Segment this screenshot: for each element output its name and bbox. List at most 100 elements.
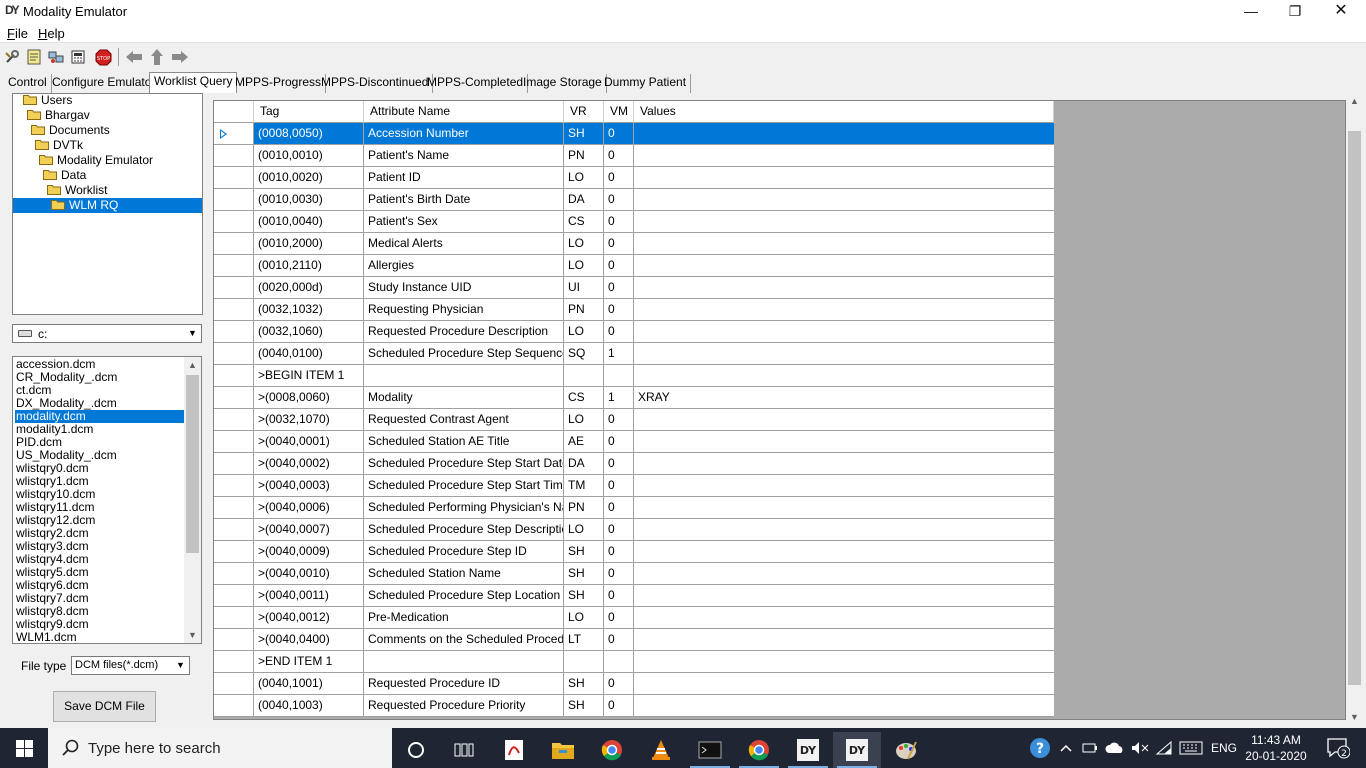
task-view-icon[interactable] [440,732,488,768]
keyboard-icon[interactable] [1178,728,1204,768]
cloud-icon[interactable] [1104,728,1126,768]
dvtk-icon[interactable]: DY [784,732,832,768]
cell-value[interactable] [634,321,1054,343]
settings-icon[interactable] [2,47,22,67]
tree-item-modality-emulator[interactable]: Modality Emulator [39,153,156,168]
cell-value[interactable] [634,211,1054,233]
vlc-icon[interactable] [637,732,685,768]
table-row[interactable]: (0020,000d) Study Instance UID UI 0 [214,277,1054,299]
menu-help[interactable]: Help [38,26,65,41]
paint-icon[interactable] [882,732,930,768]
column-header-values[interactable]: Values [634,101,1054,123]
clock[interactable]: 11:43 AM 20-01-2020 [1245,732,1307,764]
tree-item-worklist[interactable]: Worklist [47,183,110,198]
cell-value[interactable] [634,409,1054,431]
folder-tree[interactable]: Users Bhargav Documents DVTk Modality Em… [12,93,203,315]
cell-value[interactable] [634,123,1054,145]
file-explorer-icon[interactable] [539,732,587,768]
table-row[interactable]: >(0040,0009) Scheduled Procedure Step ID S… [214,541,1054,563]
tab-mpps-progress[interactable]: MPPS-Progress [231,74,327,93]
arrow-up-icon[interactable] [147,47,167,67]
column-header-tag[interactable]: Tag [254,101,364,123]
scrollbar-thumb[interactable] [1348,131,1361,685]
cell-value[interactable] [634,167,1054,189]
cell-value[interactable] [634,541,1054,563]
minimize-button[interactable]: — [1228,0,1274,23]
cell-value[interactable] [634,343,1054,365]
tree-item-data[interactable]: Data [43,168,89,183]
cell-value[interactable] [634,695,1054,717]
table-row[interactable]: >(0008,0060) Modality CS 1 XRAY [214,387,1054,409]
stop-icon[interactable]: STOP [93,47,113,67]
chevron-down-icon[interactable]: ▼ [173,658,188,673]
tree-item-documents[interactable]: Documents [31,123,113,138]
menu-file[interactable]: File [7,26,28,41]
scroll-down-icon[interactable]: ▼ [184,627,201,643]
dvtk-icon[interactable]: DY [833,732,881,768]
table-row[interactable]: >(0040,0010) Scheduled Station Name SH 0 [214,563,1054,585]
chevron-up-icon[interactable] [1058,728,1074,768]
arrow-left-icon[interactable] [124,47,144,67]
cell-value[interactable] [634,585,1054,607]
notification-icon[interactable]: 2 [1318,728,1358,768]
table-row[interactable]: (0010,0040) Patient's Sex CS 0 [214,211,1054,233]
table-row[interactable]: >(0040,0011) Scheduled Procedure Step Loc… [214,585,1054,607]
table-row[interactable]: >(0040,0001) Scheduled Station AE Title AE… [214,431,1054,453]
table-row[interactable]: (0010,0030) Patient's Birth Date DA 0 [214,189,1054,211]
cell-value[interactable] [634,497,1054,519]
table-row[interactable]: (0008,0050) Accession Number SH 0 [214,123,1054,145]
cell-value[interactable] [634,255,1054,277]
tab-configure-emulator[interactable]: Configure Emulator [48,74,161,93]
table-row[interactable]: >(0040,0007) Scheduled Procedure Step Des… [214,519,1054,541]
table-row[interactable]: (0032,1032) Requesting Physician PN 0 [214,299,1054,321]
cell-value[interactable] [634,277,1054,299]
cortana-icon[interactable] [392,732,440,768]
tree-item-wlm-rq[interactable]: WLM RQ [13,198,202,213]
table-row[interactable]: >(0040,0002) Scheduled Procedure Step Sta… [214,453,1054,475]
table-row[interactable]: (0010,0020) Patient ID LO 0 [214,167,1054,189]
table-row[interactable]: >(0032,1070) Requested Contrast Agent LO 0 [214,409,1054,431]
table-row[interactable]: (0010,2000) Medical Alerts LO 0 [214,233,1054,255]
cell-value[interactable] [634,189,1054,211]
windows-start-icon[interactable] [0,728,48,768]
wifi-icon[interactable] [1154,728,1174,768]
cell-value[interactable] [634,431,1054,453]
cell-value[interactable] [634,607,1054,629]
scroll-up-icon[interactable]: ▲ [1346,93,1363,109]
pdf-app-icon[interactable] [490,732,538,768]
table-row[interactable]: >(0040,0003) Scheduled Procedure Step Sta… [214,475,1054,497]
table-row[interactable]: (0010,2110) Allergies LO 0 [214,255,1054,277]
terminal-icon[interactable] [686,732,734,768]
cell-value[interactable] [634,563,1054,585]
chevron-down-icon[interactable]: ▼ [185,326,200,341]
table-row[interactable]: >END ITEM 1 [214,651,1054,673]
column-header-vm[interactable]: VM [604,101,634,123]
taskbar-search-input[interactable]: Type here to search [48,728,392,768]
chrome-icon[interactable] [735,732,783,768]
arrow-right-icon[interactable] [170,47,190,67]
language-indicator[interactable]: ENG [1208,728,1240,768]
maximize-button[interactable]: ❐ [1272,0,1318,23]
cell-value[interactable] [634,629,1054,651]
tab-mpps-discontinued[interactable]: MPPS-Discontinued [317,74,434,93]
table-row[interactable]: >BEGIN ITEM 1 [214,365,1054,387]
table-row[interactable]: (0040,1003) Requested Procedure Priority S… [214,695,1054,717]
close-button[interactable]: ✕ [1318,0,1364,23]
table-row[interactable]: (0040,1001) Requested Procedure ID SH 0 [214,673,1054,695]
speaker-muted-icon[interactable] [1130,728,1150,768]
cell-value[interactable] [634,519,1054,541]
cell-value[interactable] [634,453,1054,475]
table-row[interactable]: (0010,0010) Patient's Name PN 0 [214,145,1054,167]
cell-value[interactable] [634,475,1054,497]
table-row[interactable]: (0040,0100) Scheduled Procedure Step Sequ… [214,343,1054,365]
help-icon[interactable]: ? [1028,728,1052,768]
table-row[interactable]: (0032,1060) Requested Procedure Descripti… [214,321,1054,343]
battery-icon[interactable] [1080,728,1100,768]
tab-worklist-query[interactable]: Worklist Query [149,72,238,93]
cell-value[interactable] [634,145,1054,167]
cell-value[interactable]: XRAY [634,387,1054,409]
notes-icon[interactable] [24,47,44,67]
tab-control[interactable]: Control [4,74,52,93]
file-list-item[interactable]: WLM1.dcm [15,631,186,644]
save-dcm-file-button[interactable]: Save DCM File [53,691,156,722]
